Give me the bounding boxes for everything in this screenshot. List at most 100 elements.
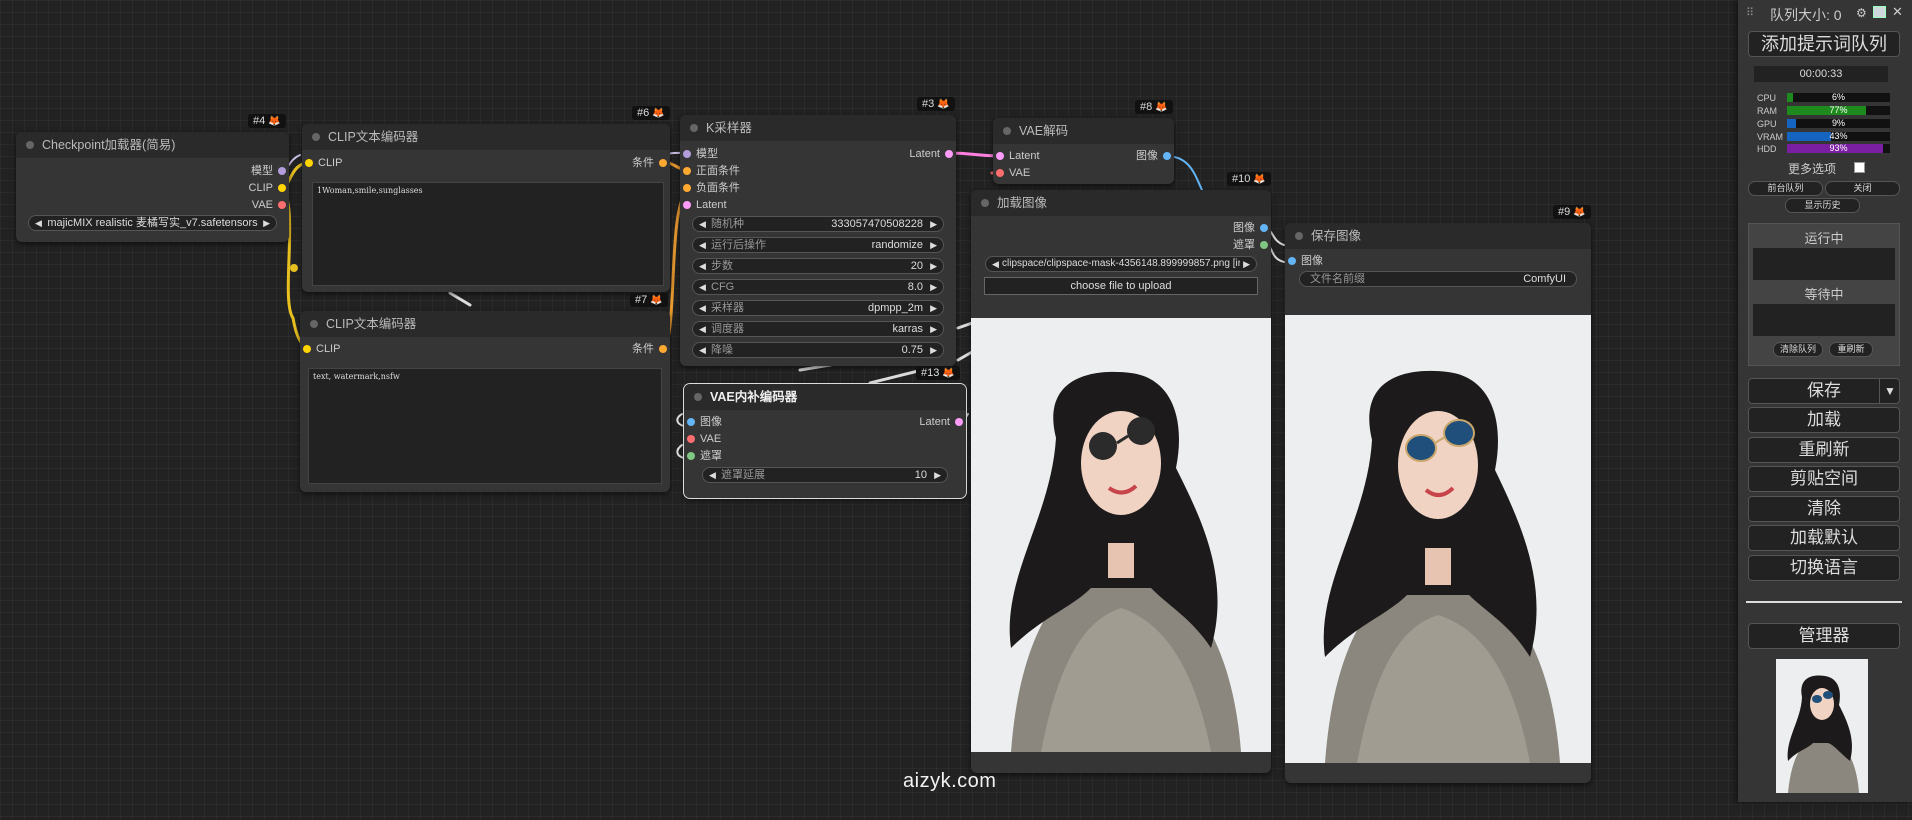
slot-label: 图像 <box>1301 255 1323 267</box>
arrow-left-icon[interactable]: ◀ <box>699 280 706 294</box>
node-clip-text-encode-positive[interactable]: #6 🦊 CLIP文本编码器 CLIP 条件 1Woman,smile,sungl… <box>302 106 670 292</box>
arrow-right-icon[interactable]: ▶ <box>1243 257 1250 271</box>
link-white-8 <box>676 413 685 427</box>
slot-dot <box>278 201 286 209</box>
history-thumbnail[interactable] <box>1776 659 1868 793</box>
steps-widget[interactable]: ◀ 步数 20 ▶ <box>692 258 944 274</box>
stat-bar: 6% <box>1787 92 1890 102</box>
node-title: VAE解码 <box>993 118 1174 144</box>
arrow-right-icon[interactable]: ▶ <box>930 259 937 273</box>
arrow-left-icon[interactable]: ◀ <box>709 468 716 482</box>
save-button[interactable]: 保存 <box>1748 378 1900 404</box>
scheduler-widget[interactable]: ◀ 调度器 karras ▶ <box>692 321 944 337</box>
output-model[interactable]: 模型 <box>251 164 289 178</box>
arrow-right-icon[interactable]: ▶ <box>930 217 937 231</box>
image-feed-icon[interactable] <box>1873 6 1886 18</box>
arrow-left-icon[interactable]: ◀ <box>699 238 706 252</box>
drag-handle-icon[interactable]: ⠿ <box>1746 6 1754 19</box>
seed-widget[interactable]: ◀ 随机种 333057470508228 ▶ <box>692 216 944 232</box>
arrow-left-icon[interactable]: ◀ <box>992 257 999 271</box>
fox-icon: 🦊 <box>1573 207 1586 218</box>
arrow-right-icon[interactable]: ▶ <box>930 301 937 315</box>
input-clip[interactable]: CLIP <box>302 156 342 170</box>
refresh-button[interactable]: 重刷新 <box>1748 437 1900 463</box>
output-image[interactable]: 图像 <box>1233 221 1271 235</box>
slot-dot <box>687 452 695 460</box>
load-button[interactable]: 加载 <box>1748 407 1900 433</box>
output-latent[interactable]: Latent <box>909 147 956 161</box>
input-latent[interactable]: Latent <box>680 198 727 212</box>
arrow-right-icon[interactable]: ▶ <box>934 468 941 482</box>
arrow-left-icon[interactable]: ◀ <box>699 322 706 336</box>
image-select-widget[interactable]: ◀ clipspace/clipspace-mask-4356148.89999… <box>985 256 1257 272</box>
input-model[interactable]: 模型 <box>680 147 718 161</box>
cfg-widget[interactable]: ◀ CFG 8.0 ▶ <box>692 279 944 295</box>
close-queue-button[interactable]: 关闭 <box>1825 181 1900 196</box>
control-after-generate-widget[interactable]: ◀ 运行后操作 randomize ▶ <box>692 237 944 253</box>
running-list <box>1753 248 1895 280</box>
output-mask[interactable]: 遮罩 <box>1233 238 1271 252</box>
widget-value: 10 <box>914 469 927 481</box>
node-ksampler[interactable]: #3 🦊 K采样器 模型 正面条件 负面条件 Latent Latent ◀ 随机种… <box>680 97 956 366</box>
output-latent[interactable]: Latent <box>919 415 966 429</box>
switch-language-button[interactable]: 切换语言 <box>1748 555 1900 581</box>
prompt-textarea[interactable]: text, watermark,nsfw <box>308 368 662 484</box>
more-options-checkbox[interactable] <box>1854 162 1865 173</box>
arrow-left-icon[interactable]: ◀ <box>35 216 42 230</box>
front-queue-button[interactable]: 前台队列 <box>1748 181 1823 196</box>
show-history-button[interactable]: 显示历史 <box>1785 198 1860 213</box>
output-conditioning[interactable]: 条件 <box>632 156 670 170</box>
arrow-right-icon[interactable]: ▶ <box>930 343 937 357</box>
denoise-widget[interactable]: ◀ 降噪 0.75 ▶ <box>692 342 944 358</box>
arrow-right-icon[interactable]: ▶ <box>263 216 270 230</box>
output-vae[interactable]: VAE <box>252 198 289 212</box>
node-load-image[interactable]: #10 🦊 加载图像 图像 遮罩 ◀ clipspace/clipspace-ma… <box>971 172 1271 773</box>
clear-queue-button[interactable]: 清除队列 <box>1773 342 1823 357</box>
settings-gear-icon[interactable]: ⚙ <box>1856 6 1867 20</box>
output-clip[interactable]: CLIP <box>249 181 289 195</box>
node-save-image[interactable]: #9 🦊 保存图像 图像 文件名前缀 ComfyUI <box>1285 205 1591 783</box>
arrow-left-icon[interactable]: ◀ <box>699 259 706 273</box>
save-dropdown-icon[interactable]: ▼ <box>1879 378 1900 404</box>
input-negative[interactable]: 负面条件 <box>680 181 740 195</box>
output-conditioning[interactable]: 条件 <box>632 342 670 356</box>
stat-value: 6% <box>1831 92 1845 102</box>
filename-prefix-widget[interactable]: 文件名前缀 ComfyUI <box>1299 271 1577 287</box>
clear-button[interactable]: 清除 <box>1748 496 1900 522</box>
arrow-right-icon[interactable]: ▶ <box>930 238 937 252</box>
arrow-left-icon[interactable]: ◀ <box>699 217 706 231</box>
arrow-right-icon[interactable]: ▶ <box>930 322 937 336</box>
input-image[interactable]: 图像 <box>684 415 722 429</box>
slot-dot <box>278 184 286 192</box>
node-badge: #8 🦊 <box>1135 100 1173 114</box>
input-clip[interactable]: CLIP <box>300 342 340 356</box>
input-latent[interactable]: Latent <box>993 149 1040 163</box>
node-vae-encode-inpaint[interactable]: #13 🦊 VAE内补编码器 图像 VAE 遮罩 Latent ◀ 遮罩延展 10 ▶ <box>683 366 967 499</box>
node-checkpoint-loader[interactable]: #4 🦊 Checkpoint加载器(简易) 模型 CLIP VAE ◀ maji… <box>16 114 289 242</box>
grow-mask-widget[interactable]: ◀ 遮罩延展 10 ▶ <box>702 467 948 483</box>
input-positive[interactable]: 正面条件 <box>680 164 740 178</box>
node-vae-decode[interactable]: #8 🦊 VAE解码 Latent VAE 图像 <box>993 100 1174 184</box>
input-image[interactable]: 图像 <box>1285 254 1323 268</box>
upload-button[interactable]: choose file to upload <box>984 277 1258 295</box>
node-clip-text-encode-negative[interactable]: #7 🦊 CLIP文本编码器 CLIP 条件 text, watermark,ns… <box>300 293 670 492</box>
node-title: CLIP文本编码器 <box>300 311 670 337</box>
input-mask[interactable]: 遮罩 <box>684 449 722 463</box>
ckpt-name-widget[interactable]: ◀ majicMIX realistic 麦橘写实_v7.safetensors… <box>28 215 277 231</box>
sampler-widget[interactable]: ◀ 采样器 dpmpp_2m ▶ <box>692 300 944 316</box>
clipspace-button[interactable]: 剪贴空间 <box>1748 466 1900 492</box>
input-vae[interactable]: VAE <box>993 166 1030 180</box>
close-icon[interactable]: ✕ <box>1892 4 1903 20</box>
queue-prompt-button[interactable]: 添加提示词队列 <box>1748 31 1900 57</box>
arrow-left-icon[interactable]: ◀ <box>699 301 706 315</box>
output-image[interactable]: 图像 <box>1136 149 1174 163</box>
input-vae[interactable]: VAE <box>684 432 721 446</box>
node-badge: #9 🦊 <box>1553 205 1591 219</box>
refresh-queue-button[interactable]: 重刷新 <box>1829 342 1873 357</box>
prompt-textarea[interactable]: 1Woman,smile,sunglasses <box>312 182 664 286</box>
load-default-button[interactable]: 加载默认 <box>1748 525 1900 551</box>
arrow-right-icon[interactable]: ▶ <box>930 280 937 294</box>
slot-dot <box>945 150 953 158</box>
manager-button[interactable]: 管理器 <box>1748 623 1900 649</box>
arrow-left-icon[interactable]: ◀ <box>699 343 706 357</box>
